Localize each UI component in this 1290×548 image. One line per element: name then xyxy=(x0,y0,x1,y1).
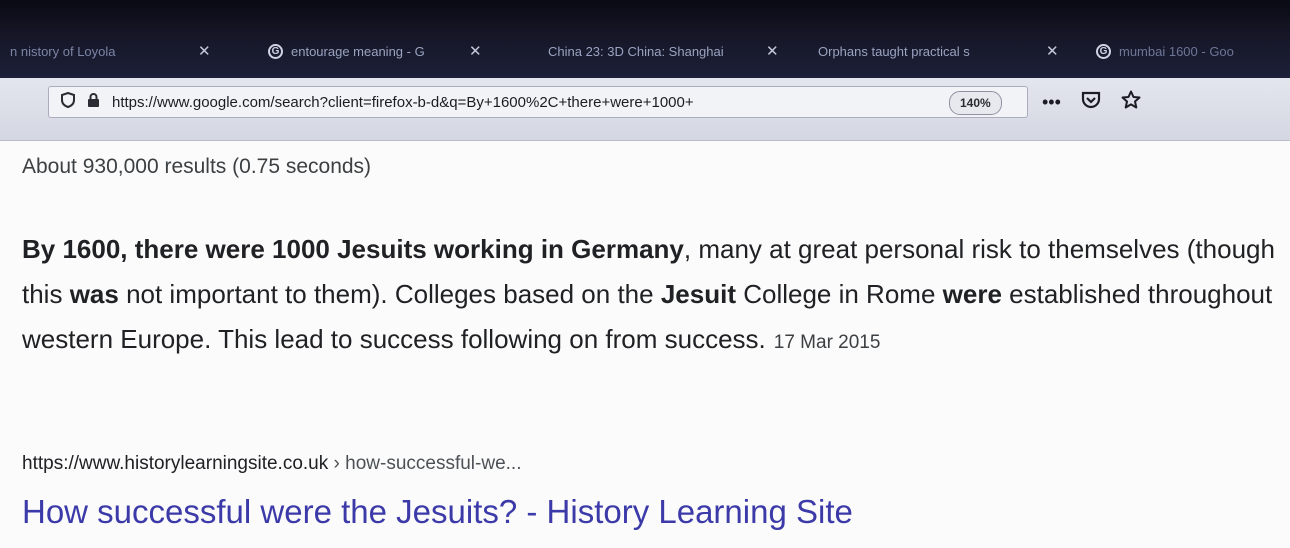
featured-snippet: By 1600, there were 1000 Jesuits working… xyxy=(22,227,1284,365)
lock-icon[interactable] xyxy=(87,92,100,112)
google-icon: G xyxy=(268,43,283,59)
tab-title: China 23: 3D China: Shanghai xyxy=(548,43,724,59)
snippet-text: College in Rome xyxy=(735,279,943,309)
zoom-level-button[interactable]: 140% xyxy=(949,91,1002,115)
snippet-date: 17 Mar 2015 xyxy=(773,332,881,353)
result-url[interactable]: https://www.historylearningsite.co.uk › … xyxy=(22,453,521,475)
snippet-highlight: were xyxy=(942,279,1002,309)
result-stats: About 930,000 results (0.75 seconds) xyxy=(22,155,372,178)
more-actions-button[interactable]: ••• xyxy=(1042,92,1061,113)
address-bar[interactable]: https://www.google.com/search?client=fir… xyxy=(48,86,1028,118)
tab-title: n nistory of Loyola xyxy=(10,43,116,59)
result-title-link[interactable]: How successful were the Jesuits? - Histo… xyxy=(22,493,853,531)
tab-entourage-meaning[interactable]: G entourage meaning - G ✕ xyxy=(268,36,482,66)
page-actions: ••• xyxy=(1042,86,1141,118)
search-results: About 930,000 results (0.75 seconds) By … xyxy=(0,141,1290,548)
close-icon[interactable]: ✕ xyxy=(469,42,482,60)
snippet-highlight: Jesuit xyxy=(660,279,736,309)
tab-title: entourage meaning - G xyxy=(291,43,425,59)
tab-mumbai-1600[interactable]: G mumbai 1600 - Goo xyxy=(1096,36,1289,66)
snippet-highlight: was xyxy=(69,279,119,309)
tab-title: mumbai 1600 - Goo xyxy=(1119,43,1234,59)
close-icon[interactable]: ✕ xyxy=(198,42,211,60)
close-icon[interactable]: ✕ xyxy=(1046,42,1059,60)
url-text[interactable]: https://www.google.com/search?client=fir… xyxy=(112,94,882,111)
tab-orphans-taught[interactable]: Orphans taught practical s ✕ xyxy=(818,36,1059,66)
tracking-shield-icon[interactable] xyxy=(61,91,75,112)
tab-title: Orphans taught practical s xyxy=(818,43,970,59)
navigation-bar: https://www.google.com/search?client=fir… xyxy=(0,78,1290,141)
snippet-highlight: By 1600, there were 1000 Jesuits working… xyxy=(22,234,684,264)
result-domain: https://www.historylearningsite.co.uk xyxy=(22,453,329,474)
tab-strip: n nistory of Loyola ✕ G entourage meanin… xyxy=(0,0,1290,78)
snippet-text: not important to them). Colleges based o… xyxy=(118,279,661,309)
google-icon: G xyxy=(1096,43,1111,59)
result-path: › how-successful-we... xyxy=(328,453,522,474)
bookmark-star-icon[interactable] xyxy=(1121,90,1141,114)
tab-history-of-loyola[interactable]: n nistory of Loyola ✕ xyxy=(10,36,211,66)
tab-china-shanghai[interactable]: China 23: 3D China: Shanghai ✕ xyxy=(548,36,779,66)
close-icon[interactable]: ✕ xyxy=(766,42,779,60)
pocket-icon[interactable] xyxy=(1081,91,1101,114)
